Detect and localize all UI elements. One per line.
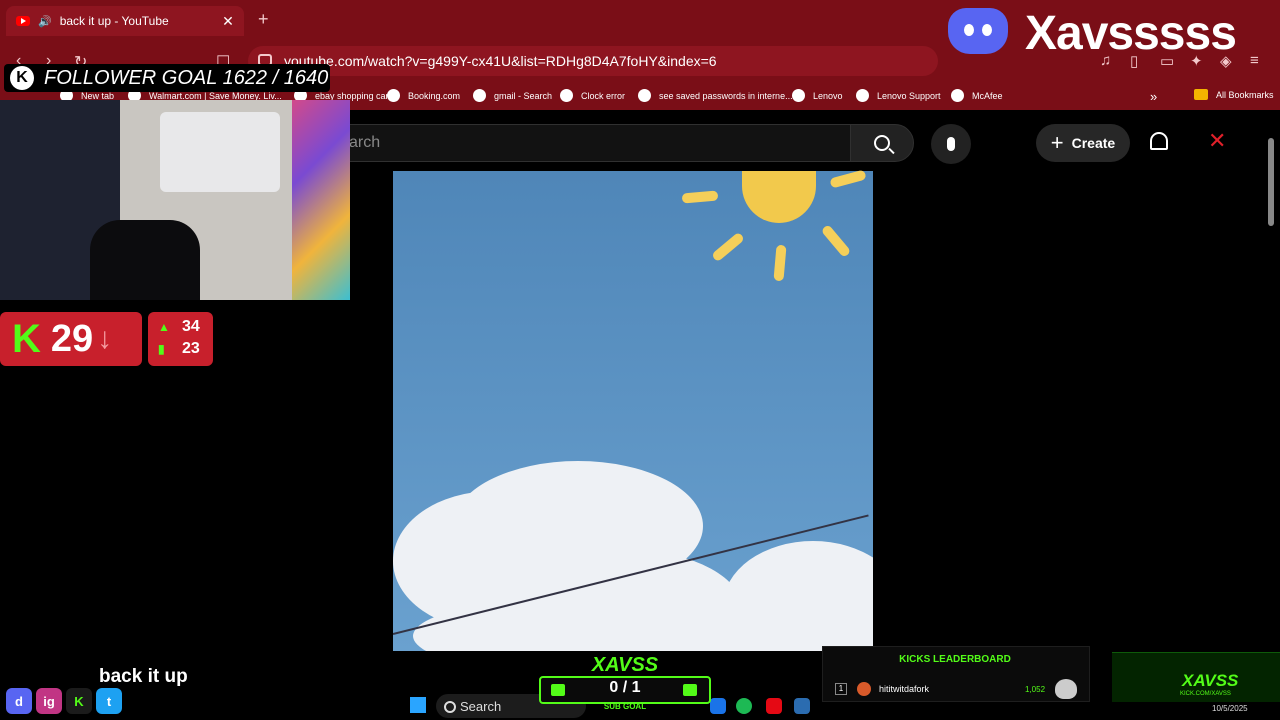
kick-badge: K	[10, 66, 34, 90]
bookmark-item[interactable]: see saved passwords in interne...	[638, 89, 793, 102]
edge-icon[interactable]	[710, 698, 726, 714]
now-playing-title: back it up	[99, 666, 188, 687]
youtube-search-button[interactable]	[850, 124, 914, 162]
bookmark-icon	[387, 89, 400, 102]
windows-start-icon[interactable]	[410, 697, 426, 713]
notifications-bell-icon[interactable]	[1150, 132, 1168, 150]
youtube-icon	[16, 16, 30, 26]
search-icon	[874, 135, 890, 151]
twitter-icon: t	[96, 688, 122, 714]
stat-row: ▮ 23	[158, 340, 200, 357]
bookmark-icon	[473, 89, 486, 102]
bookmark-icon	[638, 89, 651, 102]
taskbar-date: 10/5/2025	[1212, 704, 1248, 713]
screen: 🔊 back it up - YouTube ✕ + ‹ › ↻ ☐ youtu…	[0, 0, 1280, 720]
app-icon[interactable]	[794, 698, 810, 714]
video-player[interactable]	[393, 171, 873, 651]
bookmark-item[interactable]: Clock error	[560, 89, 625, 102]
social-icons: d ig K t	[6, 688, 122, 714]
sub-goal-brand: XAVSS	[591, 654, 659, 676]
down-arrow-icon: ↓	[97, 322, 113, 355]
kick-icon: K	[66, 688, 92, 714]
bookmark-item[interactable]: Lenovo Support	[856, 89, 941, 102]
bookmark-icon	[856, 89, 869, 102]
stats-panel: ▲ 34 ▮ 23	[148, 312, 213, 366]
skull-icon	[1055, 679, 1077, 699]
bookmark-item[interactable]: gmail - Search	[473, 89, 552, 102]
sub-goal-value: 0 / 1	[609, 679, 641, 696]
bookmark-item[interactable]: Lenovo	[792, 89, 843, 102]
up-arrow-icon: ▲	[158, 320, 170, 334]
brand-card: XAVSS KICK.COM/XAVSS	[1112, 652, 1280, 702]
bookmark-icon	[792, 89, 805, 102]
webcam-sheet	[160, 112, 280, 192]
webcam-poster	[292, 100, 350, 300]
url-text: youtube.com/watch?v=g499Y-cx41U&list=RDH…	[284, 53, 717, 69]
folder-icon	[1194, 89, 1208, 100]
avatar	[857, 682, 871, 696]
stat-row: ▲ 34	[158, 318, 200, 335]
new-tab-button[interactable]: +	[258, 9, 269, 30]
netflix-icon[interactable]	[766, 698, 782, 714]
sub-goal-widget: XAVSS 0 / 1 SUB GOAL	[539, 654, 711, 711]
sub-goal-label: SUB GOAL	[603, 702, 647, 711]
leaderboard-title: KICKS LEADERBOARD	[899, 654, 1011, 665]
menu-icon[interactable]: ≡	[1250, 52, 1259, 69]
leaderboard-rank: 1	[835, 683, 847, 695]
scrollbar-thumb[interactable]	[1268, 138, 1274, 226]
create-button[interactable]: + Create	[1036, 124, 1130, 162]
close-icon[interactable]: ✕	[1208, 128, 1226, 154]
youtube-search-input[interactable]: arch	[330, 124, 850, 162]
bookmark-icon	[951, 89, 964, 102]
follower-goal-bar: K FOLLOWER GOAL 1622 / 1640	[4, 64, 330, 92]
streamer-name: Xavsssss	[1025, 7, 1237, 60]
kicks-leaderboard: KICKS LEADERBOARD 1 hititwitdafork 1,052	[822, 646, 1090, 702]
follower-goal-text: FOLLOWER GOAL 1622 / 1640	[44, 66, 329, 89]
brand-card-title: XAVSS	[1182, 671, 1239, 690]
leaderboard-user: hititwitdafork	[879, 684, 930, 694]
speaker-icon[interactable]: 🔊	[38, 15, 52, 28]
discord-icon: d	[6, 688, 32, 714]
spotify-icon[interactable]	[736, 698, 752, 714]
bookmark-icon	[560, 89, 573, 102]
tab-title: back it up - YouTube	[59, 14, 169, 28]
webcam-chair	[90, 220, 200, 300]
bookmarks-overflow-button[interactable]: »	[1150, 89, 1157, 104]
kick-viewer-panel: K 29 ↓	[0, 312, 142, 366]
voice-search-button[interactable]	[931, 124, 971, 164]
all-bookmarks-button[interactable]: All Bookmarks	[1194, 89, 1274, 100]
plus-icon: +	[1050, 130, 1064, 155]
brand-card-subtitle: KICK.COM/XAVSS	[1180, 691, 1231, 697]
tab-close-button[interactable]: ✕	[218, 13, 238, 30]
webcam-feed	[0, 100, 350, 300]
bookmark-item[interactable]: Booking.com	[387, 89, 460, 102]
discord-icon	[948, 8, 1008, 54]
instagram-icon: ig	[36, 688, 62, 714]
kick-count: 29	[50, 317, 94, 360]
microphone-icon	[947, 137, 955, 151]
bar-chart-icon: ▮	[158, 342, 165, 356]
kick-logo-icon: K	[12, 316, 41, 361]
url-field[interactable]: youtube.com/watch?v=g499Y-cx41U&list=RDH…	[248, 46, 938, 76]
leaderboard-amount: 1,052	[1025, 685, 1046, 694]
tab-youtube[interactable]: 🔊 back it up - YouTube ✕	[6, 6, 244, 36]
bookmark-item[interactable]: McAfee	[951, 89, 1003, 102]
